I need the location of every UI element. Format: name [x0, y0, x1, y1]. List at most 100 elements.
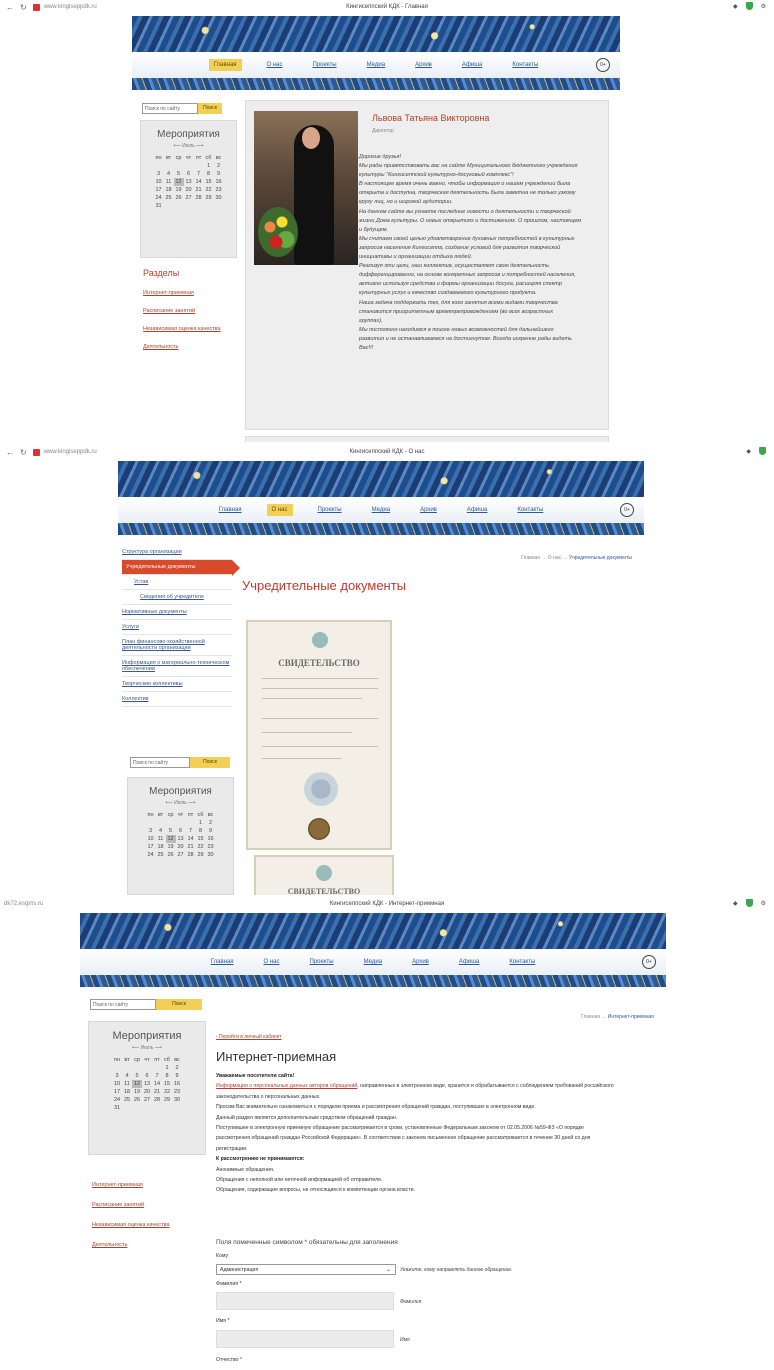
sidebar-item[interactable]: Нормативные документы	[122, 605, 232, 620]
shield-icon[interactable]	[745, 2, 753, 10]
shield-icon[interactable]	[745, 899, 753, 907]
menu-item-poster[interactable]: Афиша	[462, 504, 493, 516]
document-scan-certificate[interactable]: СВИДЕТЕЛЬСТВО	[246, 620, 392, 850]
calendar-day[interactable]: 7	[152, 1072, 162, 1080]
calendar-day[interactable]: 7	[186, 827, 196, 835]
calendar-day[interactable]: 8	[204, 170, 214, 178]
calendar-day[interactable]: 16	[206, 835, 216, 843]
section-link-schedule[interactable]: Расписание занятий	[92, 1202, 170, 1208]
document-scan-certificate-2[interactable]: СВИДЕТЕЛЬСТВО	[254, 855, 394, 895]
menu-item-media[interactable]: Медиа	[359, 956, 387, 968]
menu-item-home[interactable]: Главная	[214, 504, 247, 516]
bookmark-icon[interactable]: ◆	[733, 900, 738, 907]
calendar-day[interactable]: 17	[112, 1088, 122, 1096]
menu-item-about[interactable]: О нас	[262, 59, 288, 71]
calendar-day[interactable]: 24	[112, 1096, 122, 1104]
calendar-day[interactable]: 20	[142, 1088, 152, 1096]
calendar-day[interactable]: 23	[214, 186, 224, 194]
sidebar-item[interactable]: Творческие коллективы	[122, 677, 232, 692]
calendar-day[interactable]: 10	[112, 1080, 122, 1088]
menu-item-home[interactable]: Главная	[208, 59, 242, 71]
calendar-day[interactable]: 27	[176, 851, 186, 859]
calendar-day[interactable]: 26	[132, 1096, 142, 1104]
section-link-quality[interactable]: Независимая оценка качества	[143, 326, 221, 332]
calendar-day[interactable]: 21	[152, 1088, 162, 1096]
calendar-day[interactable]: 11	[122, 1080, 132, 1088]
section-link-quality[interactable]: Независимая оценка качества	[92, 1222, 170, 1228]
calendar-day[interactable]: 6	[142, 1072, 152, 1080]
calendar-day[interactable]: 27	[184, 194, 194, 202]
calendar-day[interactable]: 4	[164, 170, 174, 178]
menu-item-poster[interactable]: Афиша	[454, 956, 485, 968]
menu-item-projects[interactable]: Проекты	[313, 504, 347, 516]
calendar-day[interactable]: 7	[194, 170, 204, 178]
menu-item-about[interactable]: О нас	[259, 956, 285, 968]
calendar-day[interactable]: 5	[174, 170, 184, 178]
search-button[interactable]: Поиск	[156, 999, 202, 1010]
calendar-day[interactable]: 8	[162, 1072, 172, 1080]
calendar-day[interactable]: 16	[214, 178, 224, 186]
calendar-day[interactable]: 13	[184, 178, 194, 186]
calendar-day[interactable]: 3	[154, 170, 164, 178]
calendar-day[interactable]: 26	[166, 851, 176, 859]
calendar-day[interactable]: 19	[132, 1088, 142, 1096]
calendar-day[interactable]: 1	[196, 819, 206, 827]
calendar-day[interactable]: 5	[132, 1072, 142, 1080]
calendar-day[interactable]: 18	[156, 843, 166, 851]
calendar-day[interactable]: 25	[122, 1096, 132, 1104]
menu-item-home[interactable]: Главная	[206, 956, 239, 968]
calendar-day[interactable]: 1	[204, 162, 214, 170]
menu-item-contacts[interactable]: Контакты	[512, 504, 548, 516]
section-link-reception[interactable]: Интернет-приемная	[143, 290, 221, 296]
calendar-day[interactable]: 14	[186, 835, 196, 843]
calendar-day[interactable]: 28	[194, 194, 204, 202]
calendar-day[interactable]: 21	[186, 843, 196, 851]
sidebar-item[interactable]: Услуги	[122, 620, 232, 635]
calendar-day[interactable]: 21	[194, 186, 204, 194]
bookmark-icon[interactable]: ◆	[733, 3, 738, 10]
calendar-day[interactable]: 24	[146, 851, 156, 859]
calendar-day[interactable]: 27	[142, 1096, 152, 1104]
calendar-day[interactable]: 2	[214, 162, 224, 170]
menu-item-about[interactable]: О нас	[266, 504, 293, 516]
personal-cabinet-link[interactable]: ‹ Перейти в личный кабинет	[216, 1034, 282, 1040]
calendar-day[interactable]: 23	[172, 1088, 182, 1096]
menu-item-archive[interactable]: Архив	[407, 956, 434, 968]
menu-item-contacts[interactable]: Контакты	[504, 956, 540, 968]
calendar-day[interactable]: 3	[112, 1072, 122, 1080]
calendar-day[interactable]: 17	[146, 843, 156, 851]
calendar-day[interactable]: 29	[196, 851, 206, 859]
calendar-day[interactable]: 28	[186, 851, 196, 859]
calendar-day[interactable]: 1	[162, 1064, 172, 1072]
calendar-day[interactable]: 6	[184, 170, 194, 178]
calendar-day[interactable]: 22	[204, 186, 214, 194]
calendar-day[interactable]: 9	[214, 170, 224, 178]
calendar-day[interactable]: 12	[165, 835, 176, 843]
calendar-day[interactable]: 16	[172, 1080, 182, 1088]
search-input[interactable]: Поиск по сайту	[90, 999, 156, 1010]
shield-icon[interactable]	[759, 447, 766, 455]
calendar-day[interactable]: 13	[142, 1080, 152, 1088]
menu-item-media[interactable]: Медиа	[362, 59, 390, 71]
search-button[interactable]: Поиск	[190, 757, 230, 768]
calendar-day[interactable]: 2	[172, 1064, 182, 1072]
menu-item-archive[interactable]: Архив	[410, 59, 437, 71]
calendar-day[interactable]: 30	[172, 1096, 182, 1104]
menu-item-projects[interactable]: Проекты	[305, 956, 339, 968]
section-link-activity[interactable]: Деятельность	[92, 1242, 170, 1248]
calendar-day[interactable]: 4	[156, 827, 166, 835]
calendar-day[interactable]: 13	[176, 835, 186, 843]
search-input[interactable]: Поиск по сайту	[130, 757, 190, 768]
calendar-day[interactable]: 17	[154, 186, 164, 194]
personal-data-link[interactable]: Информация о персональных данных авторов…	[216, 1083, 357, 1089]
surname-field[interactable]	[216, 1292, 394, 1310]
sidebar-item[interactable]: Информация о материально-техническом обе…	[122, 656, 232, 677]
calendar-day[interactable]: 29	[162, 1096, 172, 1104]
section-link-schedule[interactable]: Расписание занятий	[143, 308, 221, 314]
calendar-day[interactable]: 30	[214, 194, 224, 202]
breadcrumb-about[interactable]: О нас	[548, 555, 561, 561]
calendar-day[interactable]: 22	[162, 1088, 172, 1096]
calendar-day[interactable]: 14	[152, 1080, 162, 1088]
calendar-day[interactable]: 30	[206, 851, 216, 859]
calendar-day[interactable]: 25	[164, 194, 174, 202]
